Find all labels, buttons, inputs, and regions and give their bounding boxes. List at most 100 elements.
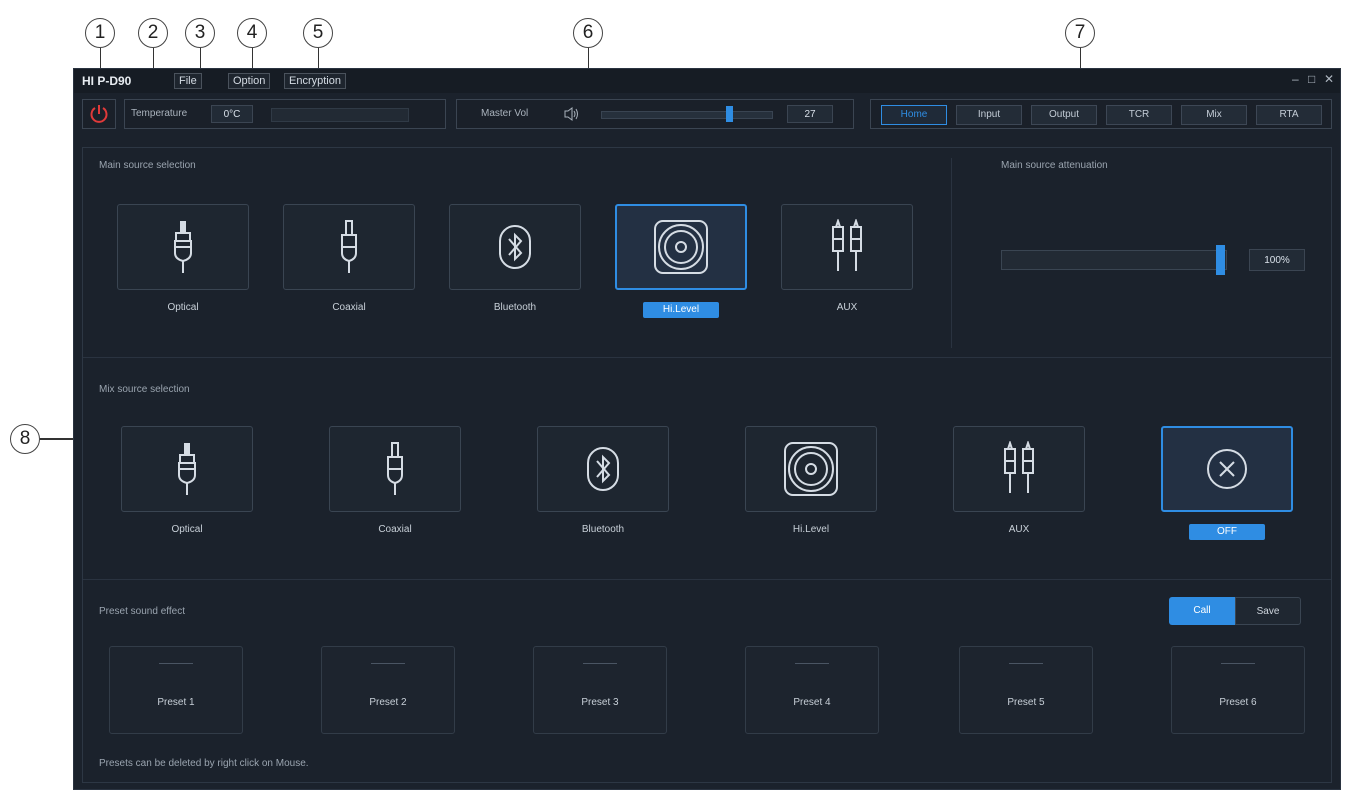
main-source-label: AUX — [836, 302, 858, 313]
mix-source-section: Mix source selection Optical Coaxial Blu… — [83, 358, 1331, 580]
main-source-label: Optical — [167, 302, 199, 313]
master-volume-group: Master Vol 27 — [456, 99, 854, 129]
tab-rta[interactable]: RTA — [1256, 105, 1322, 125]
rca-icon — [1004, 441, 1034, 493]
master-vol-thumb[interactable] — [725, 106, 733, 122]
mix-source-off-button[interactable] — [1161, 426, 1293, 512]
temperature-group: Temperature 0°C — [124, 99, 446, 129]
tab-input[interactable]: Input — [956, 105, 1022, 125]
main-panel: Main source selection Optical Coaxial Bl… — [82, 147, 1332, 783]
attenuation-value[interactable]: 100% — [1249, 249, 1305, 271]
main-source-coaxial-button[interactable] — [283, 204, 415, 290]
power-icon — [90, 105, 108, 123]
master-vol-value[interactable]: 27 — [787, 105, 833, 123]
coaxial-icon — [341, 220, 357, 273]
rca-icon — [832, 219, 862, 271]
menu-file[interactable]: File — [174, 73, 202, 89]
mix-source-label: Hi.Level — [792, 524, 830, 535]
callout-3: 3 — [185, 18, 215, 48]
preset-note: Presets can be deleted by right click on… — [99, 758, 309, 769]
mix-source-label: AUX — [1008, 524, 1030, 535]
title-bar: HI P-D90 File Option Encryption – □ ✕ — [74, 69, 1340, 93]
mix-source-coaxial-button[interactable] — [329, 426, 461, 512]
master-vol-slider[interactable] — [601, 106, 773, 122]
main-source-label: Hi.Level — [643, 302, 719, 318]
preset-divider — [1009, 663, 1043, 664]
app-title: HI P-D90 — [82, 74, 132, 88]
preset-6-button[interactable]: Preset 6 — [1171, 646, 1305, 734]
callout-8: 8 — [10, 424, 40, 454]
attenuation-slider[interactable] — [1001, 245, 1227, 275]
preset-2-button[interactable]: Preset 2 — [321, 646, 455, 734]
callout-4: 4 — [237, 18, 267, 48]
callout-line-8 — [40, 438, 76, 440]
optical-icon — [174, 221, 192, 273]
app-window: HI P-D90 File Option Encryption – □ ✕ Te… — [73, 68, 1341, 790]
mix-source-hi-level-button[interactable] — [745, 426, 877, 512]
preset-divider — [795, 663, 829, 664]
temperature-bar — [271, 108, 409, 122]
preset-3-button[interactable]: Preset 3 — [533, 646, 667, 734]
preset-label: Preset 4 — [793, 697, 831, 708]
mix-source-label: OFF — [1189, 524, 1265, 540]
main-source-hi-level-button[interactable] — [615, 204, 747, 290]
temperature-label: Temperature — [131, 108, 188, 119]
preset-divider — [371, 663, 405, 664]
callout-1: 1 — [85, 18, 115, 48]
tab-output[interactable]: Output — [1031, 105, 1097, 125]
save-button[interactable]: Save — [1235, 597, 1301, 625]
tab-mix[interactable]: Mix — [1181, 105, 1247, 125]
power-button[interactable] — [82, 99, 116, 129]
optical-icon — [178, 443, 196, 495]
preset-section: Preset sound effect Call Save Preset 1 Pr… — [83, 580, 1331, 782]
preset-4-button[interactable]: Preset 4 — [745, 646, 879, 734]
close-circle-icon — [1207, 449, 1247, 489]
menu-option[interactable]: Option — [228, 73, 271, 89]
callout-7: 7 — [1065, 18, 1095, 48]
mix-source-title: Mix source selection — [99, 384, 190, 395]
bluetooth-icon — [499, 225, 531, 269]
preset-label: Preset 1 — [157, 697, 195, 708]
mix-source-bluetooth-button[interactable] — [537, 426, 669, 512]
main-source-aux-button[interactable] — [781, 204, 913, 290]
main-source-label: Coaxial — [332, 302, 366, 313]
preset-label: Preset 2 — [369, 697, 407, 708]
preset-divider — [1221, 663, 1255, 664]
call-button[interactable]: Call — [1169, 597, 1235, 625]
preset-label: Preset 3 — [581, 697, 619, 708]
maximize-button[interactable]: □ — [1308, 72, 1315, 86]
mix-source-label: Optical — [171, 524, 203, 535]
attenuation-title: Main source attenuation — [1001, 160, 1108, 171]
master-vol-label: Master Vol — [481, 108, 529, 119]
temperature-value: 0°C — [211, 105, 253, 123]
attenuation-thumb[interactable] — [1216, 245, 1225, 275]
main-source-bluetooth-button[interactable] — [449, 204, 581, 290]
callout-5: 5 — [303, 18, 333, 48]
main-source-section: Main source selection Optical Coaxial Bl… — [83, 148, 1331, 358]
preset-divider — [583, 663, 617, 664]
preset-5-button[interactable]: Preset 5 — [959, 646, 1093, 734]
toolbar: Temperature 0°C Master Vol 27 Home Input… — [74, 95, 1340, 133]
preset-divider — [159, 663, 193, 664]
main-source-optical-button[interactable] — [117, 204, 249, 290]
close-button[interactable]: ✕ — [1324, 72, 1334, 86]
callout-2: 2 — [138, 18, 168, 48]
speaker-icon — [654, 220, 708, 274]
tab-tcr[interactable]: TCR — [1106, 105, 1172, 125]
tab-home[interactable]: Home — [881, 105, 947, 125]
mix-source-optical-button[interactable] — [121, 426, 253, 512]
preset-title: Preset sound effect — [99, 606, 185, 617]
callout-6: 6 — [573, 18, 603, 48]
bluetooth-icon — [587, 447, 619, 491]
mix-source-label: Coaxial — [378, 524, 412, 535]
mix-source-aux-button[interactable] — [953, 426, 1085, 512]
menu-encryption[interactable]: Encryption — [284, 73, 346, 89]
preset-label: Preset 5 — [1007, 697, 1045, 708]
main-source-label: Bluetooth — [493, 302, 537, 313]
main-source-title: Main source selection — [99, 160, 196, 171]
mix-source-label: Bluetooth — [581, 524, 625, 535]
coaxial-icon — [387, 442, 403, 495]
speaker-volume-icon — [564, 107, 578, 121]
preset-1-button[interactable]: Preset 1 — [109, 646, 243, 734]
minimize-button[interactable]: – — [1292, 72, 1299, 86]
